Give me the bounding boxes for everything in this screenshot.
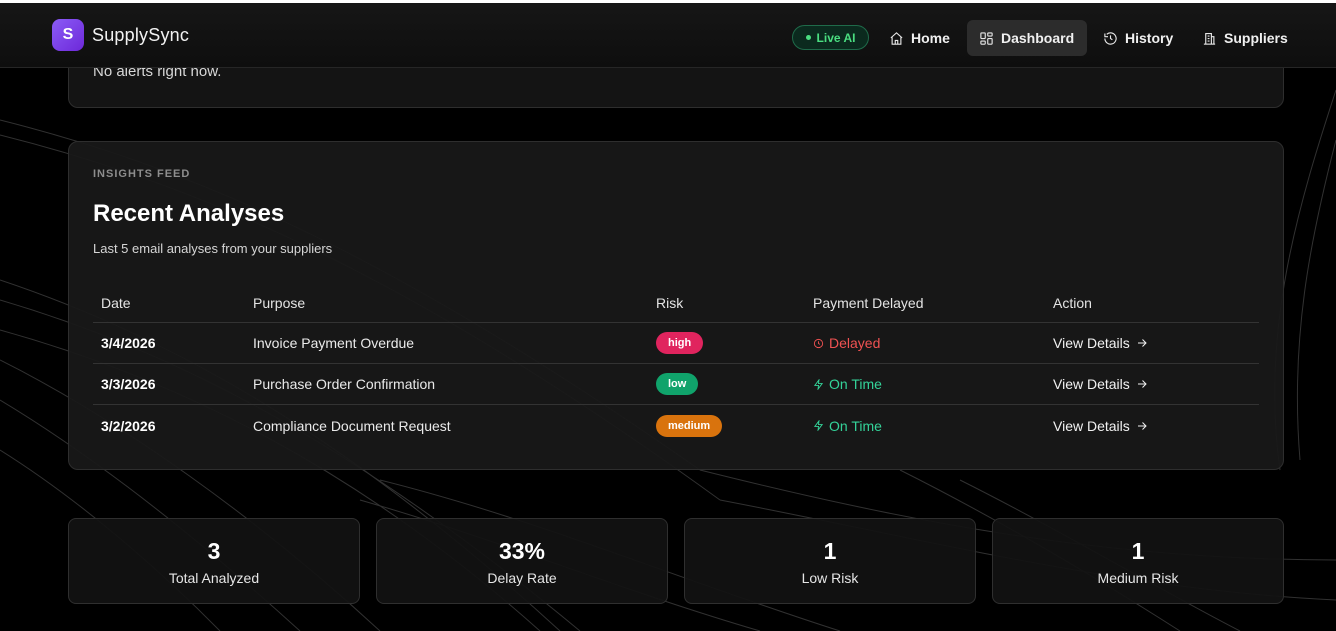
- risk-badge-high: high: [656, 332, 704, 354]
- stat-value: 1: [823, 538, 837, 564]
- stat-label: Delay Rate: [487, 570, 557, 586]
- payment-status-text: On Time: [829, 417, 882, 434]
- stat-label: Medium Risk: [1097, 570, 1179, 586]
- risk-badge-medium: medium: [656, 414, 723, 437]
- payment-status-delayed: Delayed: [813, 335, 880, 351]
- nav-suppliers-label: Suppliers: [1224, 30, 1288, 46]
- view-details-link[interactable]: View Details: [1053, 418, 1148, 434]
- stat-value: 1: [1131, 538, 1145, 564]
- logo-letter: S: [62, 26, 74, 43]
- view-details-link[interactable]: View Details: [1053, 335, 1148, 351]
- home-icon: [890, 31, 903, 45]
- view-details-label: View Details: [1053, 376, 1130, 392]
- column-header-date: Date: [101, 294, 131, 311]
- live-dot-icon: [805, 35, 811, 40]
- arrow-right-icon: [1137, 380, 1147, 388]
- row-payment: Delayed: [813, 323, 880, 363]
- view-details-label: View Details: [1053, 335, 1130, 351]
- stat-value: 33%: [498, 538, 546, 564]
- row-payment: On Time: [813, 364, 882, 404]
- payment-status-text: Delayed: [829, 335, 881, 351]
- stat-card-delay-rate: 33% Delay Rate: [376, 518, 668, 604]
- view-details-label: View Details: [1053, 417, 1130, 434]
- arrow-right-icon: [1137, 339, 1147, 347]
- table-row: 3/2/2026 Compliance Document Request med…: [93, 405, 1259, 446]
- payment-status-on-time: On Time: [813, 418, 882, 434]
- arrow-right-icon: [1137, 421, 1147, 430]
- top-strip: [0, 0, 1336, 3]
- insights-title: Recent Analyses: [93, 200, 285, 227]
- bolt-icon: [813, 378, 824, 390]
- nav-history[interactable]: History: [1091, 20, 1185, 56]
- payment-status-on-time: On Time: [813, 376, 882, 392]
- payment-status-text: On Time: [829, 376, 882, 392]
- table-header-row: Date Purpose Risk Payment Delayed Action: [93, 283, 1259, 323]
- nav-history-label: History: [1125, 30, 1174, 46]
- dashboard-icon: [980, 31, 993, 45]
- row-date: 3/3/2026: [101, 364, 156, 404]
- nav-home-label: Home: [911, 30, 950, 46]
- insights-eyebrow: INSIGHTS FEED: [93, 168, 191, 180]
- row-purpose: Invoice Payment Overdue: [253, 335, 415, 351]
- insights-subtitle: Last 5 email analyses from your supplier…: [93, 241, 333, 256]
- column-header-payment-delayed: Payment Delayed: [813, 294, 924, 311]
- row-action: View Details: [1053, 323, 1148, 363]
- row-action: View Details: [1053, 364, 1148, 404]
- column-header-risk: Risk: [656, 294, 684, 311]
- row-risk: medium: [656, 405, 723, 446]
- row-date: 3/2/2026: [101, 405, 156, 446]
- live-ai-badge: Live AI: [792, 25, 869, 50]
- stat-label: Total Analyzed: [168, 570, 260, 586]
- logo-badge[interactable]: S: [52, 19, 84, 51]
- top-navbar: S SupplySync Live AI Home Dashboard Hist…: [0, 3, 1336, 68]
- building-icon: [1203, 32, 1216, 45]
- history-icon: [1104, 31, 1117, 45]
- column-header-purpose: Purpose: [253, 294, 306, 311]
- table-row: 3/3/2026 Purchase Order Confirmation low…: [93, 364, 1259, 405]
- row-purpose: Compliance Document Request: [253, 417, 451, 434]
- page: S SupplySync Live AI Home Dashboard Hist…: [0, 0, 1336, 631]
- date-value: 3/2/2026: [101, 417, 156, 434]
- date-value: 3/3/2026: [101, 376, 156, 392]
- analyses-table: Date Purpose Risk Payment Delayed Action…: [93, 283, 1259, 446]
- column-header-action: Action: [1053, 294, 1092, 311]
- stat-card-low-risk: 1 Low Risk: [684, 518, 976, 604]
- risk-badge-low: low: [656, 373, 699, 395]
- stat-card-total-analyzed: 3 Total Analyzed: [68, 518, 360, 604]
- view-details-link[interactable]: View Details: [1053, 376, 1148, 392]
- row-purpose: Purchase Order Confirmation: [253, 376, 436, 392]
- row-date: 3/4/2026: [101, 323, 156, 363]
- row-action: View Details: [1053, 405, 1148, 446]
- clock-icon: [813, 338, 824, 348]
- row-risk: low: [656, 364, 699, 404]
- nav-dashboard[interactable]: Dashboard: [967, 20, 1087, 56]
- brand-name[interactable]: SupplySync: [92, 25, 189, 46]
- row-risk: high: [656, 323, 704, 363]
- bolt-icon: [813, 420, 824, 431]
- nav-home[interactable]: Home: [877, 20, 962, 56]
- stat-value: 3: [207, 538, 221, 564]
- nav-suppliers[interactable]: Suppliers: [1190, 20, 1300, 56]
- nav-dashboard-label: Dashboard: [1001, 30, 1075, 46]
- stat-label: Low Risk: [801, 570, 859, 586]
- insights-card: INSIGHTS FEED Recent Analyses Last 5 ema…: [68, 141, 1284, 470]
- date-value: 3/4/2026: [101, 335, 156, 351]
- live-ai-label: Live AI: [816, 30, 856, 45]
- table-row: 3/4/2026 Invoice Payment Overdue high De…: [93, 323, 1259, 364]
- row-payment: On Time: [813, 405, 882, 446]
- stat-card-medium-risk: 1 Medium Risk: [992, 518, 1284, 604]
